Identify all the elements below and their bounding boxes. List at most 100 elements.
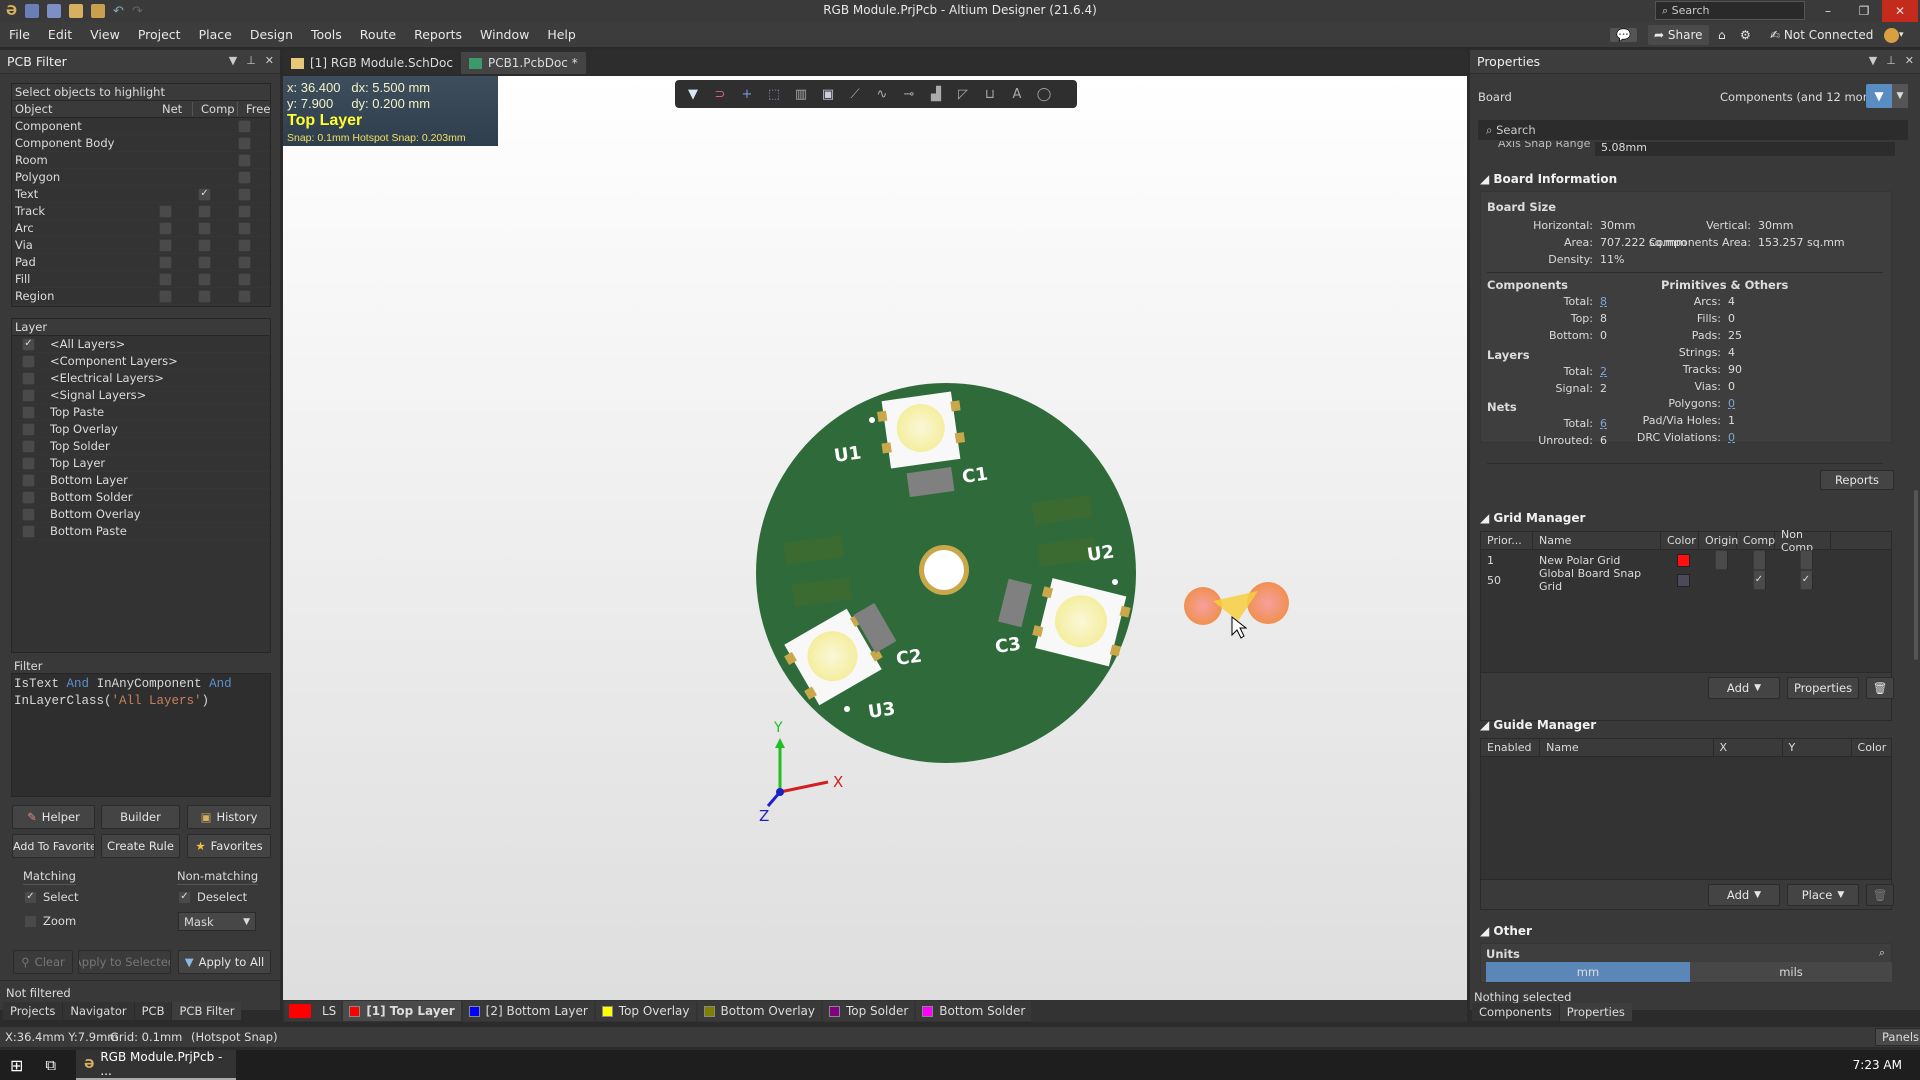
stat-value[interactable]: 2 bbox=[1600, 365, 1607, 378]
user-avatar[interactable]: ▾ bbox=[1884, 25, 1904, 45]
col-y[interactable]: Y bbox=[1783, 739, 1852, 756]
stat-value[interactable]: 8 bbox=[1600, 295, 1607, 308]
filter-dropdown-button[interactable]: ▼ bbox=[1892, 84, 1908, 108]
layer-row[interactable]: Top Paste bbox=[12, 404, 270, 421]
designator-u2[interactable]: U2 bbox=[1086, 541, 1116, 566]
properties-scrollbar[interactable] bbox=[1914, 490, 1918, 660]
checkbox-noncomp[interactable] bbox=[1799, 550, 1813, 570]
checkbox-net[interactable] bbox=[159, 255, 172, 269]
col-object[interactable]: Object bbox=[15, 102, 52, 116]
checkbox-free[interactable] bbox=[238, 153, 251, 167]
col-x[interactable]: X bbox=[1714, 739, 1783, 756]
layer-tab[interactable]: Top Solder bbox=[822, 1001, 915, 1021]
checkbox[interactable] bbox=[22, 405, 35, 419]
checkbox[interactable] bbox=[22, 473, 35, 487]
properties-search-input[interactable]: ⌕ Search bbox=[1478, 120, 1908, 140]
layer-row[interactable]: Bottom Solder bbox=[12, 489, 270, 506]
selection-filter-button[interactable]: ▼ bbox=[1866, 84, 1892, 108]
add-to-favorites-button[interactable]: Add To Favorites bbox=[12, 834, 95, 858]
units-mils-toggle[interactable]: mils bbox=[1690, 962, 1892, 982]
menu-project[interactable]: Project bbox=[129, 27, 190, 42]
layer-tab[interactable]: Bottom Overlay bbox=[697, 1001, 821, 1021]
pcb-canvas[interactable]: x: 36.400 dx: 5.500 mm y: 7.900 dy: 0.20… bbox=[283, 76, 1467, 1000]
favorites-button[interactable]: ★ Favorites bbox=[187, 834, 271, 858]
col-enabled[interactable]: Enabled bbox=[1481, 739, 1541, 756]
stat-value[interactable]: 0 bbox=[1728, 431, 1735, 444]
checkbox-net[interactable] bbox=[159, 272, 172, 286]
col-comp[interactable]: Comp bbox=[192, 102, 235, 116]
open-icon[interactable] bbox=[69, 4, 84, 18]
checkbox-free[interactable] bbox=[238, 136, 251, 150]
col-color[interactable]: Color bbox=[1852, 739, 1891, 756]
checkbox-comp[interactable] bbox=[198, 238, 211, 252]
menu-tools[interactable]: Tools bbox=[302, 27, 351, 42]
close-panel-icon[interactable]: ✕ bbox=[1905, 54, 1914, 67]
board-information-title[interactable]: ◢ Board Information bbox=[1480, 172, 1617, 186]
checkbox-origin[interactable] bbox=[1714, 550, 1728, 570]
layer-tab[interactable]: [2] Bottom Layer bbox=[462, 1001, 594, 1021]
checkbox-comp[interactable]: ✓ bbox=[198, 187, 211, 201]
share-button[interactable]: ➦ Share bbox=[1648, 25, 1709, 45]
tab-properties[interactable]: Properties bbox=[1559, 1003, 1632, 1021]
checkbox-comp[interactable] bbox=[198, 255, 211, 269]
checkbox-comp[interactable] bbox=[198, 289, 211, 303]
home-button[interactable]: ⌂ bbox=[1718, 25, 1726, 45]
connection-status[interactable]: ✍ Not Connected bbox=[1770, 25, 1873, 45]
tab-projects[interactable]: Projects bbox=[3, 1002, 64, 1020]
close-button[interactable]: ✕ bbox=[1882, 0, 1918, 22]
grid-col-header[interactable]: Comp bbox=[1737, 532, 1775, 549]
layer-row[interactable]: Bottom Paste bbox=[12, 523, 270, 540]
restore-button[interactable]: ❐ bbox=[1846, 0, 1882, 22]
designator-u1[interactable]: U1 bbox=[833, 442, 863, 467]
grid-color-swatch[interactable] bbox=[1676, 553, 1690, 567]
col-free[interactable]: Free bbox=[237, 102, 270, 116]
checkbox[interactable]: ✓ bbox=[24, 890, 37, 904]
layer-tab[interactable]: [1] Top Layer bbox=[343, 1001, 461, 1021]
deselect-checkbox[interactable]: ✓ Deselect bbox=[178, 890, 247, 904]
checkbox[interactable] bbox=[22, 354, 35, 368]
checkbox-net[interactable] bbox=[159, 289, 172, 303]
checkbox-comp[interactable]: ✓ bbox=[1752, 570, 1766, 590]
grid-row[interactable]: 50 Global Board Snap Grid ✓ ✓ bbox=[1481, 567, 1891, 593]
other-title[interactable]: ◢ Other bbox=[1480, 924, 1532, 938]
checkbox-free[interactable] bbox=[238, 119, 251, 133]
checkbox-free[interactable] bbox=[238, 289, 251, 303]
task-view-icon[interactable]: ⧉ bbox=[45, 1056, 56, 1074]
grid-manager-title[interactable]: ◢ Grid Manager bbox=[1480, 511, 1585, 525]
checkbox[interactable] bbox=[22, 388, 35, 402]
tab-pcb-filter[interactable]: PCB Filter bbox=[172, 1002, 242, 1020]
builder-button[interactable]: Builder bbox=[101, 805, 180, 829]
checkbox-free[interactable] bbox=[238, 255, 251, 269]
pin-icon[interactable]: ⊥ bbox=[1886, 54, 1896, 67]
save-icon[interactable] bbox=[25, 4, 40, 18]
checkbox[interactable] bbox=[22, 371, 35, 385]
comment-button[interactable]: 💬 bbox=[1610, 25, 1637, 45]
apply-to-selected-button[interactable]: Apply to Selected bbox=[78, 950, 171, 974]
stat-value[interactable]: 6 bbox=[1600, 417, 1607, 430]
layer-tab[interactable]: Bottom Solder bbox=[916, 1001, 1032, 1021]
clear-button[interactable]: ⚲ Clear bbox=[13, 950, 73, 974]
checkbox-free[interactable] bbox=[238, 238, 251, 252]
menu-view[interactable]: View bbox=[81, 27, 129, 42]
checkbox[interactable]: ✓ bbox=[178, 890, 191, 904]
menu-design[interactable]: Design bbox=[241, 27, 302, 42]
tab-pcb[interactable]: PCB bbox=[134, 1002, 173, 1020]
title-search-input[interactable]: ⌕ Search bbox=[1655, 1, 1805, 20]
menu-reports[interactable]: Reports bbox=[405, 27, 471, 42]
grid-delete-button[interactable]: 🗑 bbox=[1866, 677, 1894, 699]
selection-filter-text[interactable]: Components (and 12 more) bbox=[1720, 90, 1879, 104]
save-all-icon[interactable] bbox=[47, 4, 62, 18]
designator-c2[interactable]: C2 bbox=[895, 646, 923, 670]
helper-button[interactable]: ✎ Helper bbox=[12, 805, 95, 829]
tab-schdoc[interactable]: [1] RGB Module.SchDoc bbox=[283, 52, 461, 74]
open-project-icon[interactable] bbox=[91, 4, 106, 18]
layer-row[interactable]: Bottom Overlay bbox=[12, 506, 270, 523]
panels-button[interactable]: Panels bbox=[1875, 1028, 1920, 1046]
menu-file[interactable]: File bbox=[0, 27, 39, 42]
col-name[interactable]: Name bbox=[1540, 739, 1714, 756]
grid-col-header[interactable]: Non Comp bbox=[1775, 528, 1831, 554]
layer-row[interactable]: Bottom Layer bbox=[12, 472, 270, 489]
guide-add-button[interactable]: Add ▼ bbox=[1708, 884, 1780, 906]
menu-route[interactable]: Route bbox=[351, 27, 405, 42]
guide-delete-button[interactable]: 🗑 bbox=[1866, 884, 1894, 906]
